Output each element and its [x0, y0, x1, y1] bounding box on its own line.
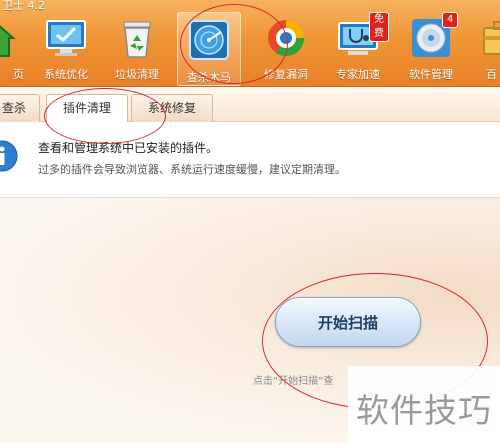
toolbar-item-expert[interactable]: 免费 专家加速 [327, 10, 389, 86]
tab-bar: 查杀 插件清理 系统修复 [0, 87, 500, 123]
toolbar-item-label: 专家加速 [336, 68, 380, 81]
free-badge: 免费 [369, 12, 389, 42]
repair-shield-icon [268, 20, 305, 57]
toolbar-item-software[interactable]: 4 软件管理 [400, 10, 462, 86]
update-count-badge: 4 [442, 12, 459, 28]
toolbar-item-label: 系统优化 [44, 68, 88, 81]
tab-plugin-cleanup[interactable]: 插件清理 [46, 94, 128, 123]
info-icon [0, 140, 18, 172]
toolbar-item-home[interactable]: 页 [0, 10, 26, 86]
tab-system-repair[interactable]: 系统修复 [131, 94, 213, 122]
toolbar-item-label: 页 [13, 68, 24, 81]
scan-hint: 点击“开始扫描”查 [253, 376, 334, 387]
radar-scan-icon [189, 20, 229, 60]
toolbar-item-label: 软件管理 [409, 68, 453, 81]
monitor-check-icon [46, 20, 86, 56]
toolbar-item-trojan[interactable]: 查杀木马 [177, 12, 241, 86]
toolbar-item-repair[interactable]: 修复漏洞 [255, 10, 317, 86]
recycle-bin-icon [123, 21, 151, 58]
toolbar-item-cleanup[interactable]: 垃圾清理 [106, 10, 168, 86]
toolbar-item-label: 查杀木马 [187, 71, 231, 84]
tab-scan[interactable]: 查杀 [0, 94, 40, 122]
info-title: 查看和管理系统中已安装的插件。 [38, 141, 219, 155]
toolbar-item-toolbox[interactable]: 百 [472, 10, 500, 86]
watermark-text: 软件技巧 [356, 391, 492, 430]
toolbar-item-optimize[interactable]: 系统优化 [35, 10, 97, 86]
main-toolbar: 卫士 4.2 页 系统优化 垃圾清理 查杀木马 修复漏洞 免费 专家加速 4 软… [0, 0, 500, 87]
house-icon [0, 25, 16, 57]
toolbox-icon [483, 21, 500, 55]
toolbar-item-label: 修复漏洞 [264, 68, 308, 81]
info-panel: 查看和管理系统中已安装的插件。 过多的插件会导致浏览器、系统运行速度缓慢，建议定… [0, 122, 500, 198]
toolbar-item-label: 垃圾清理 [115, 68, 159, 81]
toolbar-item-label: 百 [486, 68, 497, 81]
start-scan-button[interactable]: 开始扫描 [275, 297, 421, 347]
info-description: 过多的插件会导致浏览器、系统运行速度缓慢，建议定期清理。 [38, 163, 346, 176]
